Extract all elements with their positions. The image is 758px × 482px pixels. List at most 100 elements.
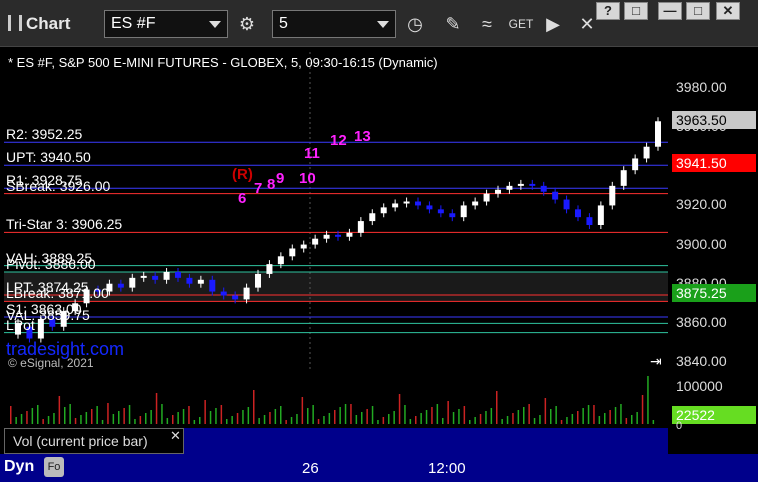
price-tag: 3875.25: [672, 284, 756, 302]
time-axis[interactable]: [0, 454, 758, 482]
time-label-noon: 12:00: [428, 460, 466, 477]
volume-bar: [328, 413, 331, 424]
chart-toolbar: Chart ES #F ⚙ 5 ◷ ✎ ≈ GET ▶ ✕ ? □ — □ ✕: [0, 0, 758, 47]
get-data-icon[interactable]: GET: [508, 12, 534, 36]
close-icon[interactable]: ✕: [170, 428, 181, 444]
candle: [437, 209, 444, 214]
candle: [289, 248, 296, 257]
volume-bar: [382, 417, 385, 424]
volume-chart[interactable]: [4, 374, 668, 426]
gear-icon[interactable]: ⚙: [234, 12, 260, 36]
candle: [517, 183, 524, 186]
volume-bar: [641, 395, 644, 424]
candle: [243, 287, 250, 300]
volume-bar: [544, 398, 547, 424]
level-label: LPot: [6, 316, 35, 333]
volume-bar: [415, 416, 417, 424]
candle: [323, 234, 330, 239]
volume-bar: [571, 414, 574, 424]
study-icon[interactable]: ≈: [474, 12, 500, 36]
volume-bar: [647, 376, 649, 424]
price-axis-tick: 3980.00: [676, 79, 727, 95]
candle: [483, 193, 490, 202]
volume-bar: [652, 420, 655, 424]
clock-icon[interactable]: ◷: [402, 12, 428, 36]
volume-bar: [463, 406, 466, 424]
candle: [552, 191, 559, 200]
volume-bar: [425, 410, 428, 424]
volume-bar: [215, 408, 217, 424]
candle: [597, 205, 604, 225]
price-tag: 3963.50: [672, 111, 756, 130]
volume-bar: [469, 420, 471, 424]
price-axis-tick: 3900.00: [676, 235, 727, 252]
chart-title-label: Chart: [26, 14, 71, 33]
help-button[interactable]: ?: [596, 2, 620, 20]
close-button[interactable]: ✕: [716, 2, 740, 20]
volume-bar: [231, 416, 233, 424]
volume-bar: [485, 411, 487, 424]
volume-bar: [490, 408, 493, 424]
volume-bar: [479, 414, 482, 424]
setup-count-label: 6: [238, 190, 247, 207]
chevron-down-icon[interactable]: [209, 21, 221, 28]
volume-bar: [47, 416, 50, 424]
volume-bar: [53, 413, 55, 424]
volume-bar: [404, 405, 406, 424]
maximize-button[interactable]: □: [686, 2, 710, 20]
candle: [117, 283, 124, 288]
minimize-button[interactable]: —: [658, 2, 682, 20]
volume-bar: [436, 404, 439, 424]
price-axis-tick: 3840.00: [676, 353, 727, 369]
volume-bar: [582, 408, 584, 424]
volume-bar: [517, 410, 520, 424]
candle: [655, 121, 661, 147]
volume-bar: [312, 405, 314, 424]
restore-button[interactable]: □: [624, 2, 648, 20]
symbol-combobox[interactable]: ES #F: [104, 10, 228, 38]
candle: [620, 170, 627, 186]
volume-bar: [188, 406, 190, 424]
setup-count-label: 11: [304, 145, 320, 162]
candle: [129, 277, 136, 288]
volume-bar: [409, 419, 412, 424]
volume-bar: [285, 420, 287, 424]
volume-bar: [112, 414, 115, 424]
volume-bar: [226, 419, 228, 424]
volume-bar: [290, 417, 293, 424]
volume-bar: [204, 400, 206, 424]
candle: [415, 201, 421, 206]
interval-combobox[interactable]: 5: [272, 10, 396, 38]
price-chart[interactable]: [4, 52, 668, 372]
scroll-to-end-icon[interactable]: ⇥: [650, 353, 662, 370]
volume-bar: [74, 418, 77, 424]
volume-bar: [528, 404, 530, 424]
pencil-icon[interactable]: ✎: [440, 12, 466, 36]
level-label: Tri-Star 3: 3906.25: [6, 216, 123, 233]
volume-bar: [577, 411, 579, 424]
candle: [255, 273, 261, 288]
play-icon[interactable]: ▶: [540, 12, 566, 36]
volume-bar: [280, 406, 282, 424]
volume-bar: [253, 390, 255, 424]
volume-bar: [447, 401, 449, 424]
volume-bar: [242, 410, 244, 424]
volume-bar: [26, 411, 28, 424]
volume-bar: [10, 406, 12, 424]
volume-bar: [80, 415, 82, 424]
volume-bar: [69, 404, 71, 424]
volume-bar: [123, 408, 125, 424]
level-label: UPT: 3940.50: [6, 149, 91, 166]
volume-bar: [177, 412, 179, 424]
volume-bar: [420, 413, 422, 424]
volume-bar: [220, 405, 223, 424]
volume-bar: [614, 407, 617, 424]
volume-bar: [501, 419, 503, 424]
volume-bar: [172, 415, 174, 424]
volume-bar: [609, 410, 611, 424]
volume-bar: [598, 416, 601, 424]
study-label[interactable]: Vol (current price bar): [4, 428, 184, 454]
mode-button[interactable]: Fo: [44, 457, 64, 477]
setup-count-label: 7: [254, 180, 263, 197]
chevron-down-icon[interactable]: [377, 21, 389, 28]
